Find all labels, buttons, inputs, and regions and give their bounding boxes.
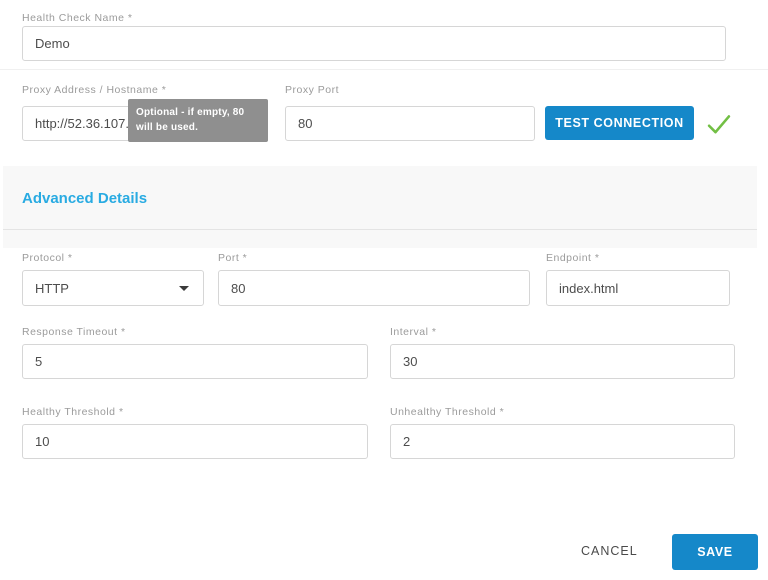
protocol-selected-value: HTTP xyxy=(35,281,69,296)
response-timeout-input[interactable] xyxy=(22,344,368,379)
test-connection-button[interactable]: TEST CONNECTION xyxy=(545,106,694,140)
port-input[interactable] xyxy=(218,270,530,306)
interval-label: Interval * xyxy=(390,326,436,338)
proxy-address-label: Proxy Address / Hostname * xyxy=(22,84,166,96)
chevron-down-icon xyxy=(179,286,189,291)
protocol-select[interactable]: HTTP xyxy=(22,270,204,306)
proxy-port-input[interactable] xyxy=(285,106,535,141)
check-icon xyxy=(705,110,733,138)
endpoint-label: Endpoint * xyxy=(546,252,599,264)
advanced-details-heading: Advanced Details xyxy=(22,190,147,207)
unhealthy-threshold-label: Unhealthy Threshold * xyxy=(390,406,504,418)
health-check-form: Health Check Name * Proxy Address / Host… xyxy=(0,0,768,580)
healthy-threshold-label: Healthy Threshold * xyxy=(22,406,124,418)
section-divider xyxy=(0,69,768,70)
advanced-details-panel: Advanced Details xyxy=(3,166,757,248)
protocol-label: Protocol * xyxy=(22,252,73,264)
proxy-port-tooltip: Optional - if empty, 80 will be used. xyxy=(128,99,268,142)
endpoint-input[interactable] xyxy=(546,270,730,306)
interval-input[interactable] xyxy=(390,344,735,379)
port-label: Port * xyxy=(218,252,247,264)
save-button[interactable]: SAVE xyxy=(672,534,758,570)
healthy-threshold-input[interactable] xyxy=(22,424,368,459)
health-check-name-label: Health Check Name * xyxy=(22,12,132,24)
cancel-button[interactable]: CANCEL xyxy=(575,543,644,559)
health-check-name-input[interactable] xyxy=(22,26,726,61)
unhealthy-threshold-input[interactable] xyxy=(390,424,735,459)
response-timeout-label: Response Timeout * xyxy=(22,326,126,338)
advanced-details-divider xyxy=(3,229,757,230)
proxy-port-label: Proxy Port xyxy=(285,84,339,96)
